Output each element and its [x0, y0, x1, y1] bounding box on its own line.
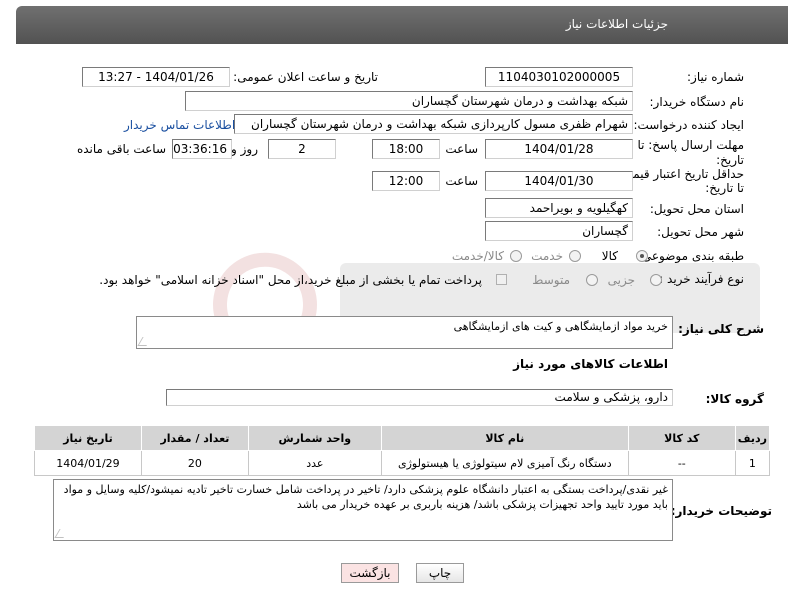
validity-label: حداقل تاریخ اعتبار قیمت:	[617, 167, 744, 181]
goods-section-title: اطلاعات کالاهای مورد نیاز	[513, 357, 668, 371]
province-field: کهگیلویه و بویراحمد	[485, 198, 633, 218]
need-number-label: شماره نیاز:	[687, 70, 744, 84]
category-label: طبقه بندی موضوعی:	[637, 249, 744, 263]
validity-label-date: تا تاریخ:	[705, 181, 744, 195]
description-label: شرح کلی نیاز:	[678, 322, 764, 336]
back-button[interactable]: بازگشت	[341, 563, 399, 583]
col-name: نام کالا	[380, 425, 629, 451]
buyer-label: نام دستگاه خریدار:	[649, 95, 745, 109]
creator-field: شهرام ظفری مسول کارپردازی شبکه بهداشت و …	[234, 114, 633, 134]
remaining-field: 03:36:16	[172, 139, 232, 159]
cell-date: 1404/01/29	[34, 450, 142, 476]
buyer-notes-textarea: غیر نقدی/پرداخت بستگی به اعتبار دانشگاه …	[53, 479, 673, 541]
col-code: کد کالا	[627, 425, 736, 451]
process-option-medium: متوسط	[532, 273, 570, 287]
buyer-notes-text: غیر نقدی/پرداخت بستگی به اعتبار دانشگاه …	[63, 483, 668, 511]
creator-label: ایجاد کننده درخواست:	[633, 118, 744, 132]
validity-time-label: ساعت	[445, 174, 478, 188]
resize-handle-icon[interactable]	[137, 337, 152, 346]
goods-group-label: گروه کالا:	[705, 392, 764, 406]
deadline-label-date: تاریخ:	[716, 153, 744, 167]
city-field: گچساران	[485, 221, 633, 241]
process-option-minor: جزیی	[607, 273, 635, 287]
deadline-date-field: 1404/01/28	[485, 139, 633, 159]
col-date: تاریخ نیاز	[34, 425, 142, 451]
goods-table-header: ردیف کد کالا نام کالا واحد شمارش تعداد /…	[34, 425, 771, 451]
deadline-label: مهلت ارسال پاسخ: تا	[637, 138, 744, 152]
col-unit: واحد شمارش	[247, 425, 382, 451]
treasury-payment-checkbox[interactable]	[496, 274, 507, 285]
days-label: روز و	[231, 142, 258, 156]
table-row: 1 -- دستگاه رنگ آمیزی لام سیتولوژی یا هی…	[34, 450, 771, 476]
process-radio-minor[interactable]	[650, 274, 662, 286]
cell-name: دستگاه رنگ آمیزی لام سیتولوژی یا هیستولو…	[380, 450, 629, 476]
announce-field: 1404/01/26 - 13:27	[82, 67, 230, 87]
resize-handle-icon[interactable]	[54, 529, 69, 538]
buyer-notes-label: توضیحات خریدار:	[670, 504, 772, 518]
print-button[interactable]: چاپ	[416, 563, 464, 583]
buyer-field: شبکه بهداشت و درمان شهرستان گچساران	[185, 91, 633, 111]
city-label: شهر محل تحویل:	[657, 225, 744, 239]
category-radio-goods[interactable]	[636, 250, 648, 262]
category-option-goods: کالا	[601, 249, 618, 263]
days-field: 2	[268, 139, 336, 159]
deadline-time-field: 18:00	[372, 139, 440, 159]
treasury-payment-note: پرداخت تمام یا بخشی از مبلغ خرید،از محل …	[99, 273, 482, 287]
announce-label: تاریخ و ساعت اعلان عمومی:	[233, 70, 378, 84]
category-radio-goods-service[interactable]	[510, 250, 522, 262]
cell-code: --	[627, 450, 736, 476]
category-radio-service[interactable]	[569, 250, 581, 262]
page-header: جزئیات اطلاعات نیاز	[16, 6, 788, 44]
col-row: ردیف	[734, 425, 771, 451]
page-title: جزئیات اطلاعات نیاز	[565, 17, 668, 31]
process-radio-medium[interactable]	[586, 274, 598, 286]
col-qty: تعداد / مقدار	[140, 425, 249, 451]
description-textarea: خرید مواد ازمایشگاهی و کیت های ازمایشگاه…	[136, 316, 673, 349]
cell-row: 1	[734, 450, 771, 476]
validity-time-field: 12:00	[372, 171, 440, 191]
category-option-goods-service: کالا/خدمت	[451, 249, 504, 263]
deadline-time-label: ساعت	[445, 142, 478, 156]
goods-group-field: دارو، پزشکی و سلامت	[166, 389, 673, 406]
description-text: خرید مواد ازمایشگاهی و کیت های ازمایشگاه…	[453, 320, 668, 333]
process-label: نوع فرآیند خرید :	[659, 272, 744, 286]
province-label: استان محل تحویل:	[649, 202, 744, 216]
remaining-label: ساعت باقی مانده	[76, 142, 166, 156]
goods-table: ردیف کد کالا نام کالا واحد شمارش تعداد /…	[34, 425, 771, 476]
category-option-service: خدمت	[531, 249, 563, 263]
need-number-field: 1104030102000005	[485, 67, 633, 87]
validity-date-field: 1404/01/30	[485, 171, 633, 191]
cell-unit: عدد	[247, 450, 382, 476]
buyer-contact-link[interactable]: اطلاعات تماس خریدار	[124, 118, 235, 132]
cell-qty: 20	[140, 450, 249, 476]
